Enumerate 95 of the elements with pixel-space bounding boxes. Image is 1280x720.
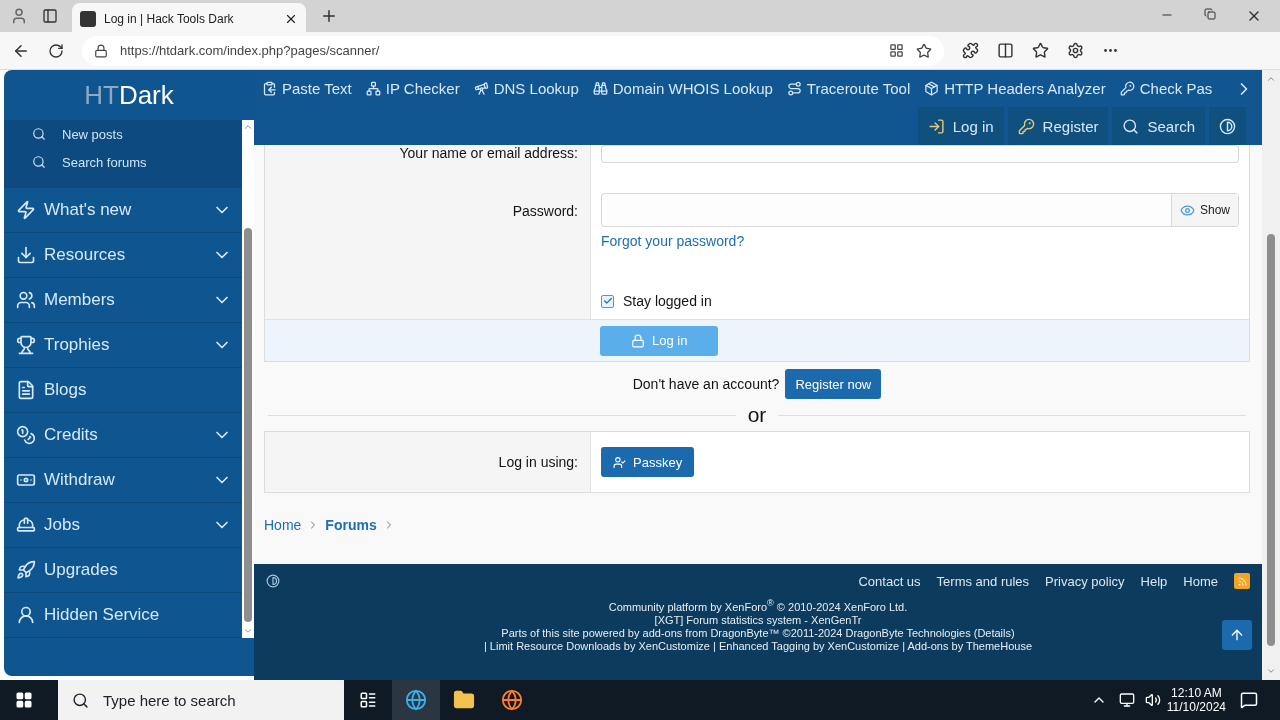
search-icon: [32, 155, 46, 169]
show-password-button[interactable]: Show: [1170, 194, 1238, 226]
search-icon: [72, 691, 89, 709]
restore-icon[interactable]: [1204, 8, 1216, 20]
taskbar-app[interactable]: [392, 680, 440, 720]
url-text: https://htdark.com/index.php?pages/scanner/: [120, 43, 381, 58]
breadcrumb-link[interactable]: Forums: [325, 517, 377, 533]
input-field[interactable]: [601, 145, 1239, 163]
theme-toggle-icon[interactable]: [266, 574, 280, 588]
taskbar-clock[interactable]: 12:10 AM 11/10/2024: [1166, 686, 1226, 714]
footer-text: Parts of this site powered by add-ons from DragonByte™ ©2011-2024 DragonByte Technologies (Details): [501, 626, 1015, 639]
search-icon: [32, 127, 46, 141]
taskbar-search[interactable]: Type here to search: [58, 680, 344, 720]
register-prompt: Don't have an account?: [632, 376, 780, 392]
folder-icon: [453, 689, 475, 711]
footer-text: | Limit Resource Downloads by XenCustomize | Enhanced Tagging by XenCustomize | Add-ons by ThemeHouse: [483, 639, 1033, 652]
header-action[interactable]: Log in: [917, 107, 1004, 145]
user-icon: [613, 455, 626, 469]
lock-icon: [631, 333, 645, 348]
search-icon: [1122, 117, 1140, 135]
theme-toggle[interactable]: [1209, 107, 1246, 145]
rocket-icon: [16, 560, 36, 580]
input-field[interactable]: Show: [601, 193, 1239, 227]
hard-hat-icon: [16, 515, 36, 535]
volume-icon[interactable]: [1144, 692, 1161, 708]
eye-icon: [1179, 202, 1195, 218]
lightning-icon: [16, 200, 36, 220]
favorite-icon[interactable]: [916, 42, 932, 59]
telescope-icon: [473, 81, 489, 96]
submenu-item[interactable]: Search forums: [32, 148, 242, 176]
notifications-icon[interactable]: [1240, 691, 1258, 709]
nav-link[interactable]: Traceroute Tool: [786, 80, 911, 97]
split-screen-icon[interactable]: [997, 42, 1014, 59]
footer-link[interactable]: Home: [1183, 573, 1218, 589]
windows-icon: [15, 691, 33, 709]
binoculars-icon: [592, 81, 608, 96]
close-tab-icon[interactable]: [284, 12, 298, 26]
browser-tab[interactable]: Log in | Hack Tools Dark: [72, 3, 306, 35]
footer-link[interactable]: Terms and rules: [936, 573, 1030, 589]
trophy-icon: [16, 335, 36, 355]
field-label: Password:: [512, 203, 578, 219]
key-icon: [1119, 81, 1135, 96]
globe-icon: [405, 689, 427, 711]
address-bar[interactable]: https://htdark.com/index.php?pages/scanner/: [82, 35, 944, 66]
tab-actions-icon[interactable]: [42, 8, 58, 24]
settings-icon[interactable]: [1067, 42, 1084, 59]
tab-title: Log in | Hack Tools Dark: [104, 12, 235, 26]
nav-link[interactable]: Domain WHOIS Lookup: [592, 80, 773, 97]
new-tab-icon[interactable]: [320, 7, 338, 25]
divider-text: or: [747, 403, 767, 427]
footer-text: Community platform by XenForo$^{®}$ © 2010-2024 XenForo Ltd.: [608, 598, 908, 613]
scroll-top-button[interactable]: [1222, 620, 1252, 650]
key-icon: [1017, 117, 1035, 135]
task-view-icon: [359, 691, 377, 709]
favicon-icon: [80, 11, 96, 27]
login-icon: [927, 117, 945, 135]
network-tray-icon[interactable]: [1118, 692, 1135, 708]
footer-link[interactable]: Contact us: [858, 573, 921, 589]
nav-link[interactable]: Paste Text: [262, 80, 352, 97]
apps-icon[interactable]: [889, 43, 904, 58]
check-icon: [602, 296, 613, 306]
site-logo[interactable]: HTDark: [4, 70, 254, 120]
breadcrumb-link[interactable]: Home: [264, 517, 302, 533]
reload-icon[interactable]: [48, 42, 64, 59]
forgot-password-link[interactable]: Forgot your password?: [601, 233, 1239, 249]
profile-icon[interactable]: [10, 7, 28, 25]
nav-link[interactable]: HTTP Headers Analyzer: [924, 80, 1106, 97]
passkey-button[interactable]: Passkey: [601, 447, 695, 477]
register-button[interactable]: Register now: [785, 369, 882, 399]
globe-icon: [501, 689, 523, 711]
footer-link[interactable]: Privacy policy: [1045, 573, 1125, 589]
footer-text: [XGT] Forum statistics system - XenGenTr: [654, 613, 862, 626]
stay-logged-in-checkbox[interactable]: Stay logged in: [601, 293, 1239, 309]
route-icon: [786, 81, 802, 96]
coins-icon: [16, 425, 36, 445]
favorites-icon[interactable]: [1032, 42, 1049, 59]
field-label: Log in using:: [498, 454, 578, 470]
package-icon: [924, 81, 940, 96]
extensions-icon[interactable]: [962, 42, 979, 59]
download-icon: [16, 245, 36, 265]
nav-link[interactable]: Check Pas: [1119, 80, 1213, 97]
contrast-icon: [1219, 117, 1236, 135]
header-action[interactable]: Search: [1112, 107, 1205, 145]
network-icon: [365, 81, 381, 96]
document-icon: [16, 380, 36, 400]
clipboard-icon: [262, 81, 277, 96]
nav-link[interactable]: DNS Lookup: [473, 80, 579, 97]
nav-link[interactable]: IP Checker: [365, 80, 460, 97]
submenu-item[interactable]: New posts: [32, 120, 242, 148]
field-label: Your name or email address:: [399, 145, 578, 161]
footer-link[interactable]: Help: [1140, 573, 1168, 589]
person-icon: [16, 605, 36, 625]
lock-icon: [94, 43, 108, 58]
header-action[interactable]: Register: [1007, 107, 1109, 145]
users-icon: [16, 290, 36, 310]
